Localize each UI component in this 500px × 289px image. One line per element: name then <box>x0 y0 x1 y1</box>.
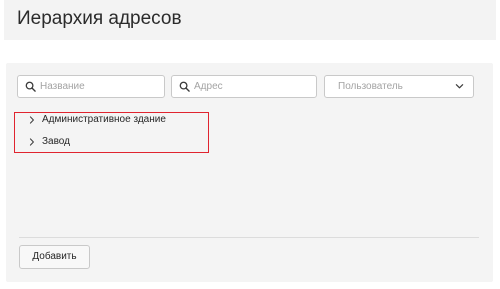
tree-item-label[interactable]: Завод <box>42 135 70 148</box>
page-title: Иерархия адресов <box>17 8 182 29</box>
name-search-placeholder: Название <box>40 81 85 92</box>
address-search-input[interactable]: Адрес <box>171 75 317 98</box>
chevron-right-icon[interactable] <box>29 116 35 124</box>
page-header: Иерархия адресов <box>4 0 496 40</box>
user-select[interactable]: Пользователь <box>324 75 474 98</box>
chevron-right-icon[interactable] <box>29 138 35 146</box>
tree-item[interactable]: Административное здание <box>18 109 473 131</box>
address-search-placeholder: Адрес <box>194 81 223 92</box>
address-tree: Административное здание Завод <box>18 109 473 153</box>
add-button[interactable]: Добавить <box>19 245 90 269</box>
search-icon <box>179 81 190 92</box>
search-icon <box>25 81 36 92</box>
address-panel: Название Адрес Пользователь Администрати… <box>6 63 493 282</box>
panel-divider <box>19 237 479 238</box>
chevron-down-icon <box>455 84 464 89</box>
tree-item-label[interactable]: Административное здание <box>42 113 166 126</box>
user-select-placeholder: Пользователь <box>338 81 403 92</box>
tree-item[interactable]: Завод <box>18 131 473 153</box>
name-search-input[interactable]: Название <box>17 75 165 98</box>
